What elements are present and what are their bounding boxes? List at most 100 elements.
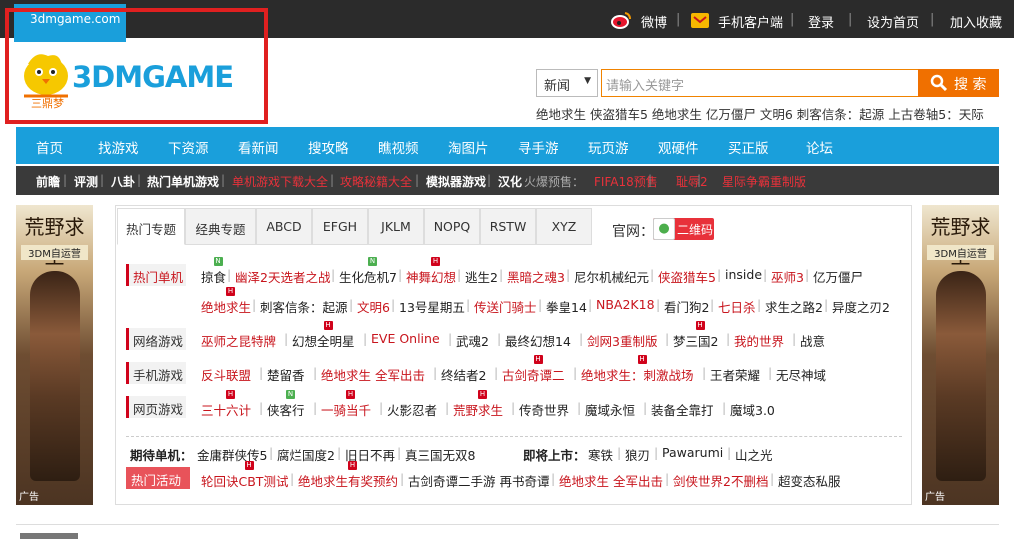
game-link[interactable]: 巫师之昆特牌 — [201, 331, 276, 350]
game-link[interactable]: 文明6 — [357, 297, 390, 316]
game-link[interactable]: 侠盗猎车5 — [658, 267, 716, 286]
game-link[interactable]: 狼刃 — [625, 445, 650, 464]
login-link[interactable]: 登录 — [808, 12, 834, 31]
game-link[interactable]: 逃生2 — [465, 267, 498, 286]
tab-6[interactable]: RSTW — [480, 208, 536, 245]
subnav-link[interactable]: 耻辱2 — [676, 173, 708, 190]
nav-item[interactable]: 买正版 — [728, 137, 769, 157]
game-link[interactable]: Pawarumi — [662, 445, 723, 460]
game-link[interactable]: 巫师3 — [771, 267, 804, 286]
left-ad-banner[interactable]: 荒野求生 3DM自运营 广告 — [16, 205, 93, 505]
game-link[interactable]: 金庸群侠传5 — [197, 445, 267, 464]
tab-4[interactable]: JKLM — [368, 208, 424, 245]
game-link[interactable]: 异度之刃2 — [832, 297, 890, 316]
nav-item[interactable]: 玩页游 — [588, 137, 629, 157]
site-logo[interactable]: 3DMGAME 三鼎梦 — [16, 46, 256, 112]
game-link[interactable]: 看门狗2 — [664, 297, 709, 316]
game-link[interactable]: 幽泽2天选者之战 — [235, 267, 330, 286]
game-link[interactable]: 神舞幻想 — [406, 267, 456, 286]
game-link[interactable]: 楚留香 — [267, 365, 305, 384]
weibo-link[interactable]: 微博 — [641, 12, 667, 31]
game-link[interactable]: 火影忍者 — [387, 400, 437, 419]
qr-code-button[interactable]: ● 二维码 — [653, 218, 714, 240]
nav-item[interactable]: 论坛 — [806, 137, 833, 157]
game-link[interactable]: 三十六计 — [201, 400, 251, 419]
nav-item[interactable]: 搜攻略 — [308, 137, 349, 157]
game-link[interactable]: EVE Online — [371, 331, 440, 346]
nav-item[interactable]: 瞧视频 — [378, 137, 419, 157]
game-link[interactable]: 绝地求生：刺激战场 — [581, 365, 694, 384]
game-link[interactable]: inside — [725, 267, 762, 282]
game-link[interactable]: 无尽神域 — [776, 365, 826, 384]
game-link[interactable]: 传奇世界 — [519, 400, 569, 419]
activity-link[interactable]: 古剑奇谭二手游 再书奇谭 — [408, 471, 549, 490]
game-link[interactable]: 魔域永恒 — [585, 400, 635, 419]
game-link[interactable]: 真三国无双8 — [405, 445, 475, 464]
game-link[interactable]: NBA2K18 — [596, 297, 655, 312]
game-link[interactable]: 魔域3.0 — [730, 400, 775, 419]
game-link[interactable]: 幻想全明星 — [292, 331, 355, 350]
game-link[interactable]: 求生之路2 — [765, 297, 823, 316]
game-link[interactable]: 13号星期五 — [399, 297, 465, 316]
nav-item[interactable]: 观硬件 — [658, 137, 699, 157]
game-link[interactable]: 黑暗之魂3 — [507, 267, 565, 286]
game-link[interactable]: 荒野求生 — [453, 400, 503, 419]
game-link[interactable]: 生化危机7 — [339, 267, 397, 286]
right-ad-banner[interactable]: 荒野求生 3DM自运营 广告 — [922, 205, 999, 505]
game-link[interactable]: 山之光 — [735, 445, 773, 464]
bookmark-link[interactable]: 加入收藏 — [950, 12, 1002, 31]
game-link[interactable]: 尼尔机械纪元 — [574, 267, 649, 286]
game-link[interactable]: 古剑奇谭二 — [502, 365, 565, 384]
game-link[interactable]: 侠客行 — [267, 400, 305, 419]
subnav-link[interactable]: 热门单机游戏 — [147, 173, 219, 190]
subnav-link[interactable]: 模拟器游戏 — [426, 173, 486, 190]
game-link[interactable]: 亿万僵尸 — [813, 267, 863, 286]
game-link[interactable]: 最终幻想14 — [505, 331, 571, 350]
mobile-client-link[interactable]: 手机客户端 — [718, 12, 783, 31]
activity-link[interactable]: 轮回诀CBT测试 — [201, 471, 288, 490]
nav-item[interactable]: 找游戏 — [98, 137, 139, 157]
activity-link[interactable]: 剑侠世界2不删档 — [673, 471, 768, 490]
game-link[interactable]: 反斗联盟 — [201, 365, 251, 384]
game-link[interactable]: 寒铁 — [588, 445, 613, 464]
tab-3[interactable]: EFGH — [312, 208, 368, 245]
subnav-link[interactable]: 评测 — [74, 173, 98, 190]
subnav-link[interactable]: 汉化 — [498, 173, 522, 190]
game-link[interactable]: 装备全靠打 — [651, 400, 714, 419]
game-link[interactable]: 绝地求生 — [201, 297, 251, 316]
game-link[interactable]: 传送门骑士 — [474, 297, 537, 316]
activity-link[interactable]: 超变态私服 — [778, 471, 841, 490]
game-link[interactable]: 一骑当千 — [321, 400, 371, 419]
tab-7[interactable]: XYZ — [536, 208, 592, 245]
tab-1[interactable]: 经典专题 — [185, 208, 256, 245]
hot-keywords[interactable]: 绝地求生 侠盗猎车5 绝地求生 亿万僵尸 文明6 刺客信条：起源 上古卷轴5：天… — [536, 104, 984, 123]
game-link[interactable]: 我的世界 — [734, 331, 784, 350]
site-domain-tab[interactable]: 3dmgame.com — [14, 4, 126, 42]
search-category-select[interactable]: 新闻 ▼ — [536, 69, 598, 97]
tab-2[interactable]: ABCD — [256, 208, 312, 245]
activity-link[interactable]: 绝地求生 全军出击 — [559, 471, 663, 490]
activity-link[interactable]: 绝地求生有奖预约 — [298, 471, 398, 490]
tab-0[interactable]: 热门专题 — [117, 208, 185, 245]
game-link[interactable]: 王者荣耀 — [710, 365, 760, 384]
game-link[interactable]: 七日杀 — [718, 297, 756, 316]
game-link[interactable]: 绝地求生 全军出击 — [321, 365, 425, 384]
game-link[interactable]: 拳皇14 — [546, 297, 587, 316]
game-link[interactable]: 梦三国2 — [673, 331, 718, 350]
game-link[interactable]: 腐烂国度2 — [277, 445, 335, 464]
set-home-link[interactable]: 设为首页 — [867, 12, 919, 31]
subnav-link[interactable]: 星际争霸重制版 — [722, 173, 806, 190]
subnav-link[interactable]: 八卦 — [111, 173, 135, 190]
search-input[interactable]: 请输入关键字 — [601, 69, 919, 97]
weibo-icon[interactable] — [610, 10, 632, 30]
nav-item[interactable]: 下资源 — [168, 137, 209, 157]
nav-item[interactable]: 首页 — [36, 137, 63, 157]
game-link[interactable]: 武魂2 — [456, 331, 489, 350]
search-button[interactable]: 搜 索 — [918, 69, 999, 97]
subnav-link[interactable]: 前瞻 — [36, 173, 60, 190]
game-link[interactable]: 剑网3重制版 — [587, 331, 657, 350]
mobile-client-icon[interactable] — [690, 11, 710, 29]
game-link[interactable]: 刺客信条：起源 — [260, 297, 348, 316]
nav-item[interactable]: 看新闻 — [238, 137, 279, 157]
subnav-link[interactable]: 单机游戏下载大全 — [232, 173, 328, 190]
